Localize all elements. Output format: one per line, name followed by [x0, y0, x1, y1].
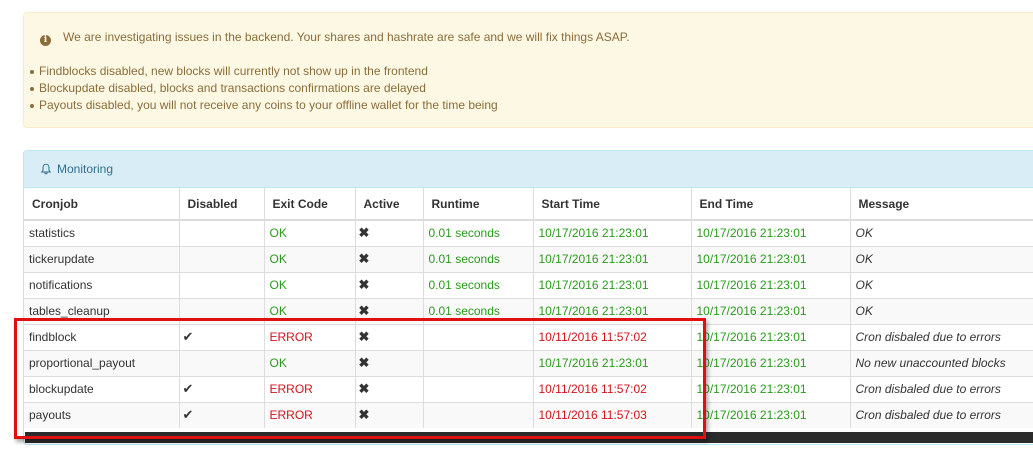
- warning-alert: i We are investigating issues in the back…: [23, 12, 1033, 128]
- panel-title: Monitoring: [57, 162, 114, 176]
- cell-runtime: 0.01 seconds: [423, 271, 534, 298]
- x-icon: ✖: [355, 375, 424, 402]
- cell-runtime: [423, 349, 534, 376]
- table-row: payouts ✔ ERROR ✖ 10/11/2016 11:57:03 10…: [24, 401, 1033, 428]
- check-icon: [179, 245, 265, 272]
- alert-list-item: Findblocks disabled, new blocks will cur…: [30, 63, 498, 80]
- table-row: statistics OK ✖ 0.01 seconds 10/17/2016 …: [24, 219, 1033, 246]
- cell-exit-code: OK: [264, 271, 356, 298]
- cell-runtime: [423, 375, 534, 402]
- cell-start-time: 10/11/2016 11:57:02: [533, 375, 692, 402]
- alert-headline-text: We are investigating issues in the backe…: [63, 30, 630, 44]
- cell-exit-code: OK: [264, 245, 356, 272]
- cell-message: No new unaccounted blocks: [850, 349, 1033, 376]
- cell-exit-code: ERROR: [264, 401, 356, 428]
- table-row: findblock ✔ ERROR ✖ 10/11/2016 11:57:02 …: [24, 323, 1033, 350]
- cell-cronjob: tables_cleanup: [24, 297, 180, 324]
- cell-start-time: 10/17/2016 21:23:01: [533, 271, 692, 298]
- cell-cronjob: blockupdate: [24, 375, 180, 402]
- cell-runtime: 0.01 seconds: [423, 219, 534, 246]
- cell-end-time: 10/17/2016 21:23:01: [691, 375, 851, 402]
- column-header-disabled[interactable]: Disabled: [179, 188, 265, 221]
- x-icon: ✖: [355, 219, 424, 246]
- cell-exit-code: OK: [264, 297, 356, 324]
- cell-start-time: 10/17/2016 21:23:01: [533, 349, 692, 376]
- cell-start-time: 10/11/2016 11:57:03: [533, 401, 692, 428]
- cell-message: OK: [850, 219, 1033, 246]
- cell-message: Cron disbaled due to errors: [850, 401, 1033, 428]
- table-header-row: Cronjob Disabled Exit Code Active Runtim…: [24, 188, 1033, 221]
- cron-table: Cronjob Disabled Exit Code Active Runtim…: [24, 188, 1033, 428]
- column-header-active[interactable]: Active: [355, 188, 424, 221]
- column-header-cronjob[interactable]: Cronjob: [24, 188, 180, 221]
- cell-cronjob: proportional_payout: [24, 349, 180, 376]
- cell-cronjob: payouts: [24, 401, 180, 428]
- bell-icon: [40, 163, 52, 175]
- cell-end-time: 10/17/2016 21:23:01: [691, 271, 851, 298]
- cell-end-time: 10/17/2016 21:23:01: [691, 349, 851, 376]
- cell-start-time: 10/17/2016 21:23:01: [533, 297, 692, 324]
- alert-list-item: Payouts disabled, you will not receive a…: [30, 98, 498, 112]
- cell-end-time: 10/17/2016 21:23:01: [691, 401, 851, 428]
- x-icon: ✖: [355, 245, 424, 272]
- cell-start-time: 10/17/2016 21:23:01: [533, 245, 692, 272]
- alert-headline: i We are investigating issues in the back…: [40, 30, 630, 46]
- cell-end-time: 10/17/2016 21:23:01: [691, 323, 851, 350]
- cell-exit-code: ERROR: [264, 375, 356, 402]
- x-icon: ✖: [355, 271, 424, 298]
- check-icon: ✔: [179, 323, 265, 350]
- cell-start-time: 10/11/2016 11:57:02: [533, 323, 692, 350]
- panel-footer-bar: [25, 432, 1033, 443]
- cell-exit-code: ERROR: [264, 323, 356, 350]
- x-icon: ✖: [355, 349, 424, 376]
- cell-end-time: 10/17/2016 21:23:01: [691, 297, 851, 324]
- x-icon: ✖: [355, 297, 424, 324]
- cell-exit-code: OK: [264, 219, 356, 246]
- cell-message: OK: [850, 271, 1033, 298]
- cell-message: Cron disbaled due to errors: [850, 323, 1033, 350]
- cell-cronjob: notifications: [24, 271, 180, 298]
- alert-list-item: Blockupdate disabled, blocks and transac…: [30, 80, 498, 97]
- cell-start-time: 10/17/2016 21:23:01: [533, 219, 692, 246]
- check-icon: [179, 297, 265, 324]
- check-icon: [179, 219, 265, 246]
- column-header-start-time[interactable]: Start Time: [533, 188, 692, 221]
- column-header-exit-code[interactable]: Exit Code: [264, 188, 356, 221]
- cell-end-time: 10/17/2016 21:23:01: [691, 219, 851, 246]
- monitoring-panel: Monitoring Cronjob Disabled Exit Code Ac…: [23, 150, 1033, 445]
- x-icon: ✖: [355, 323, 424, 350]
- info-circle-icon: i: [40, 35, 51, 46]
- cell-runtime: 0.01 seconds: [423, 245, 534, 272]
- cell-runtime: 0.01 seconds: [423, 297, 534, 324]
- table-row: tickerupdate OK ✖ 0.01 seconds 10/17/201…: [24, 245, 1033, 272]
- cell-exit-code: OK: [264, 349, 356, 376]
- column-header-end-time[interactable]: End Time: [691, 188, 851, 221]
- check-icon: ✔: [179, 401, 265, 428]
- alert-list: Findblocks disabled, new blocks will cur…: [27, 63, 498, 114]
- column-header-message[interactable]: Message: [850, 188, 1033, 221]
- table-row: tables_cleanup OK ✖ 0.01 seconds 10/17/2…: [24, 297, 1033, 324]
- x-icon: ✖: [355, 401, 424, 428]
- cell-cronjob: tickerupdate: [24, 245, 180, 272]
- check-icon: [179, 349, 265, 376]
- panel-heading: Monitoring: [24, 151, 1033, 188]
- cell-cronjob: findblock: [24, 323, 180, 350]
- cell-runtime: [423, 401, 534, 428]
- table-row: blockupdate ✔ ERROR ✖ 10/11/2016 11:57:0…: [24, 375, 1033, 402]
- table-row: notifications OK ✖ 0.01 seconds 10/17/20…: [24, 271, 1033, 298]
- column-header-runtime[interactable]: Runtime: [423, 188, 534, 221]
- cell-end-time: 10/17/2016 21:23:01: [691, 245, 851, 272]
- check-icon: [179, 271, 265, 298]
- table-row: proportional_payout OK ✖ 10/17/2016 21:2…: [24, 349, 1033, 376]
- cell-message: OK: [850, 297, 1033, 324]
- cell-message: Cron disbaled due to errors: [850, 375, 1033, 402]
- cell-runtime: [423, 323, 534, 350]
- cell-message: OK: [850, 245, 1033, 272]
- cell-cronjob: statistics: [24, 219, 180, 246]
- check-icon: ✔: [179, 375, 265, 402]
